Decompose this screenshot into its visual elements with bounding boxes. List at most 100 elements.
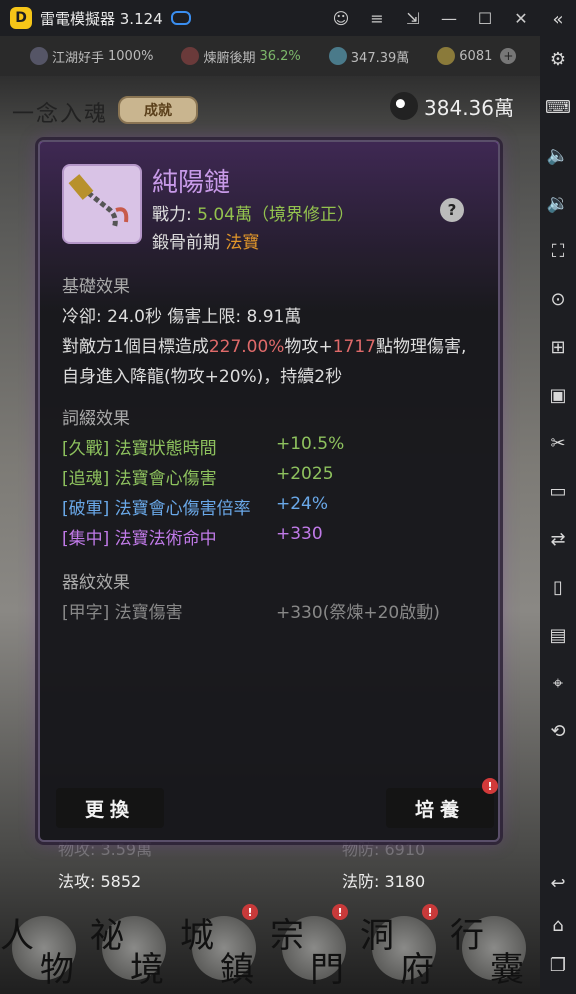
mag-def-value: 3180 (384, 872, 426, 891)
app-logo-icon: D (10, 7, 32, 29)
item-detail-panel: 純陽鏈 戰力: 5.04萬（境界修正） 鍛骨前期 法寶 ? 基礎效果 冷卻: 2… (38, 140, 500, 842)
shake-icon[interactable]: ▯ (547, 576, 569, 598)
nav-label: 城 (180, 916, 214, 956)
nav-label: 洞 (360, 916, 394, 956)
multi-instance-icon[interactable]: ⊞ (547, 336, 569, 358)
resource-bar: 江湖好手 1000% 煉腑後期 36.2% 347.39萬 6081 + (0, 36, 540, 76)
mag-atk-stat: 法攻: 5852 (58, 868, 141, 892)
replace-button[interactable]: 更換 (56, 788, 164, 828)
yin-yang-icon (390, 92, 419, 120)
pattern-effect-title: 器紋效果 (62, 573, 130, 593)
help-icon[interactable]: ? (440, 198, 464, 222)
nav-character[interactable]: 人 物 (0, 902, 86, 990)
resource-label: 煉腑後期 (203, 50, 256, 66)
volume-up-icon[interactable]: 🔈 (547, 144, 569, 166)
spirit-crystal-icon (328, 47, 347, 65)
item-power: 戰力: 5.04萬（境界修正） (152, 200, 354, 225)
maximize-icon[interactable]: ☐ (476, 9, 494, 28)
menu-icon[interactable]: ≡ (368, 9, 386, 28)
affix-row: [追魂] 法寶會心傷害 +2025 (62, 464, 334, 489)
page-header: 一念入魂 成就 384.36萬 (0, 76, 540, 136)
nav-label: 人 (0, 916, 34, 956)
alert-badge: ! (422, 904, 438, 920)
nav-label: 門 (310, 950, 344, 990)
resource-spirit[interactable]: 347.39萬 (328, 47, 409, 66)
chain-weapon-icon (62, 164, 142, 244)
affix-row: [久戰] 法寶狀態時間 +10.5% (62, 434, 344, 459)
affix-value: +10.5% (276, 434, 345, 454)
item-name: 純陽鏈 (152, 168, 231, 198)
minimize-icon[interactable]: — (440, 9, 458, 28)
mag-def-stat: 法防: 3180 (342, 868, 425, 892)
add-coin-icon[interactable]: + (500, 48, 517, 64)
power-value: 5.04萬（境界修正） (197, 205, 354, 225)
pattern-row: [甲字] 法寶傷害 +330(祭煉+20啟動) (62, 598, 440, 623)
nav-bag[interactable]: 行 囊 (450, 902, 536, 990)
settings-gear-icon[interactable]: ⚙ (547, 48, 569, 70)
emulator-sidebar: « ⚙ ⌨ 🔈 🔉 ⛶ ⊙ ⊞ ▣ ✂ ▭ ⇄ ▯ ▤ ⌖ ⟲ ↩ ⌂ ❐ (540, 0, 576, 994)
affix-row: [破軍] 法寶會心傷害倍率 +24% (62, 494, 328, 519)
effect-description-2: 自身進入降龍(物攻+20%)，持續2秒 (62, 367, 343, 387)
resource-reputation[interactable]: 江湖好手 1000% (30, 47, 153, 66)
location-icon[interactable]: ⌖ (547, 672, 569, 694)
screenshot-icon[interactable]: ⛶ (547, 240, 569, 262)
nav-label: 行 (450, 916, 484, 956)
recent-apps-icon[interactable]: ❐ (547, 954, 569, 976)
video-icon[interactable]: ▭ (547, 480, 569, 502)
alert-badge: ! (332, 904, 348, 920)
mag-atk-label: 法攻: (58, 872, 96, 891)
desc-highlight: 227.00% (208, 337, 285, 357)
pattern-name: [甲字] 法寶傷害 (62, 603, 183, 623)
currency-display: 384.36萬 (390, 90, 514, 122)
nav-cave[interactable]: 洞 府 ! (360, 902, 446, 990)
volume-down-icon[interactable]: 🔉 (547, 192, 569, 214)
affix-row: [集中] 法寶法術命中 +330 (62, 524, 323, 549)
affix-value: +330 (276, 524, 323, 544)
sync-icon[interactable]: ⇄ (547, 528, 569, 550)
desc-highlight: 1717 (332, 337, 376, 357)
nav-label: 物 (40, 950, 74, 990)
nav-label: 祕 (90, 916, 124, 956)
nav-label: 囊 (490, 950, 524, 990)
resource-realm[interactable]: 煉腑後期 36.2% (181, 47, 301, 66)
page-title: 一念入魂 (12, 102, 109, 127)
display-icon[interactable]: ▤ (547, 624, 569, 646)
power-label: 戰力: (152, 205, 192, 225)
affix-value: +2025 (276, 464, 334, 484)
nav-sect[interactable]: 宗 門 ! (270, 902, 356, 990)
affix-name: [破軍] 法寶會心傷害倍率 (62, 499, 251, 519)
rotate-icon[interactable]: ⟲ (547, 720, 569, 742)
apk-install-icon[interactable]: ▣ (547, 384, 569, 406)
home-icon[interactable]: ⌂ (547, 914, 569, 936)
achievement-button[interactable]: 成就 (118, 96, 198, 124)
nav-label: 境 (130, 950, 164, 990)
realm-icon (181, 47, 200, 65)
collapse-sidebar-icon[interactable]: « (547, 8, 569, 30)
scissors-icon[interactable]: ✂ (547, 432, 569, 454)
window-title: 雷電模擬器 3.124 (40, 9, 163, 28)
gamepad-icon[interactable] (170, 11, 191, 25)
nav-label: 宗 (270, 916, 304, 956)
popout-icon[interactable]: ⇲ (404, 9, 422, 28)
pattern-value: +330(祭煉+20啟動) (276, 603, 440, 623)
resource-coin[interactable]: 6081 + (437, 47, 517, 65)
item-rank: 鍛骨前期 法寶 (152, 228, 259, 253)
emulator-titlebar: D 雷電模擬器 3.124 ☺ ≡ ⇲ — ☐ ✕ (0, 0, 540, 36)
rank-label: 鍛骨前期 (152, 233, 220, 253)
nav-secret-realm[interactable]: 祕 境 (90, 902, 176, 990)
close-icon[interactable]: ✕ (512, 9, 530, 28)
back-icon[interactable]: ↩ (547, 872, 569, 894)
affix-name: [久戰] 法寶狀態時間 (62, 439, 217, 459)
nav-label: 鎮 (220, 950, 254, 990)
reputation-icon (30, 47, 48, 65)
currency-value: 384.36萬 (424, 95, 514, 120)
resource-value: 36.2% (259, 48, 301, 64)
nav-town[interactable]: 城 鎮 ! (180, 902, 266, 990)
keyboard-icon[interactable]: ⌨ (545, 96, 571, 118)
cultivate-button[interactable]: 培養 (386, 788, 494, 828)
affix-effect-title: 詞綴效果 (62, 409, 130, 429)
affix-name: [追魂] 法寶會心傷害 (62, 469, 217, 489)
account-icon[interactable]: ☺ (332, 9, 350, 28)
desc-text: 物攻+ (284, 337, 333, 357)
record-icon[interactable]: ⊙ (547, 288, 569, 310)
